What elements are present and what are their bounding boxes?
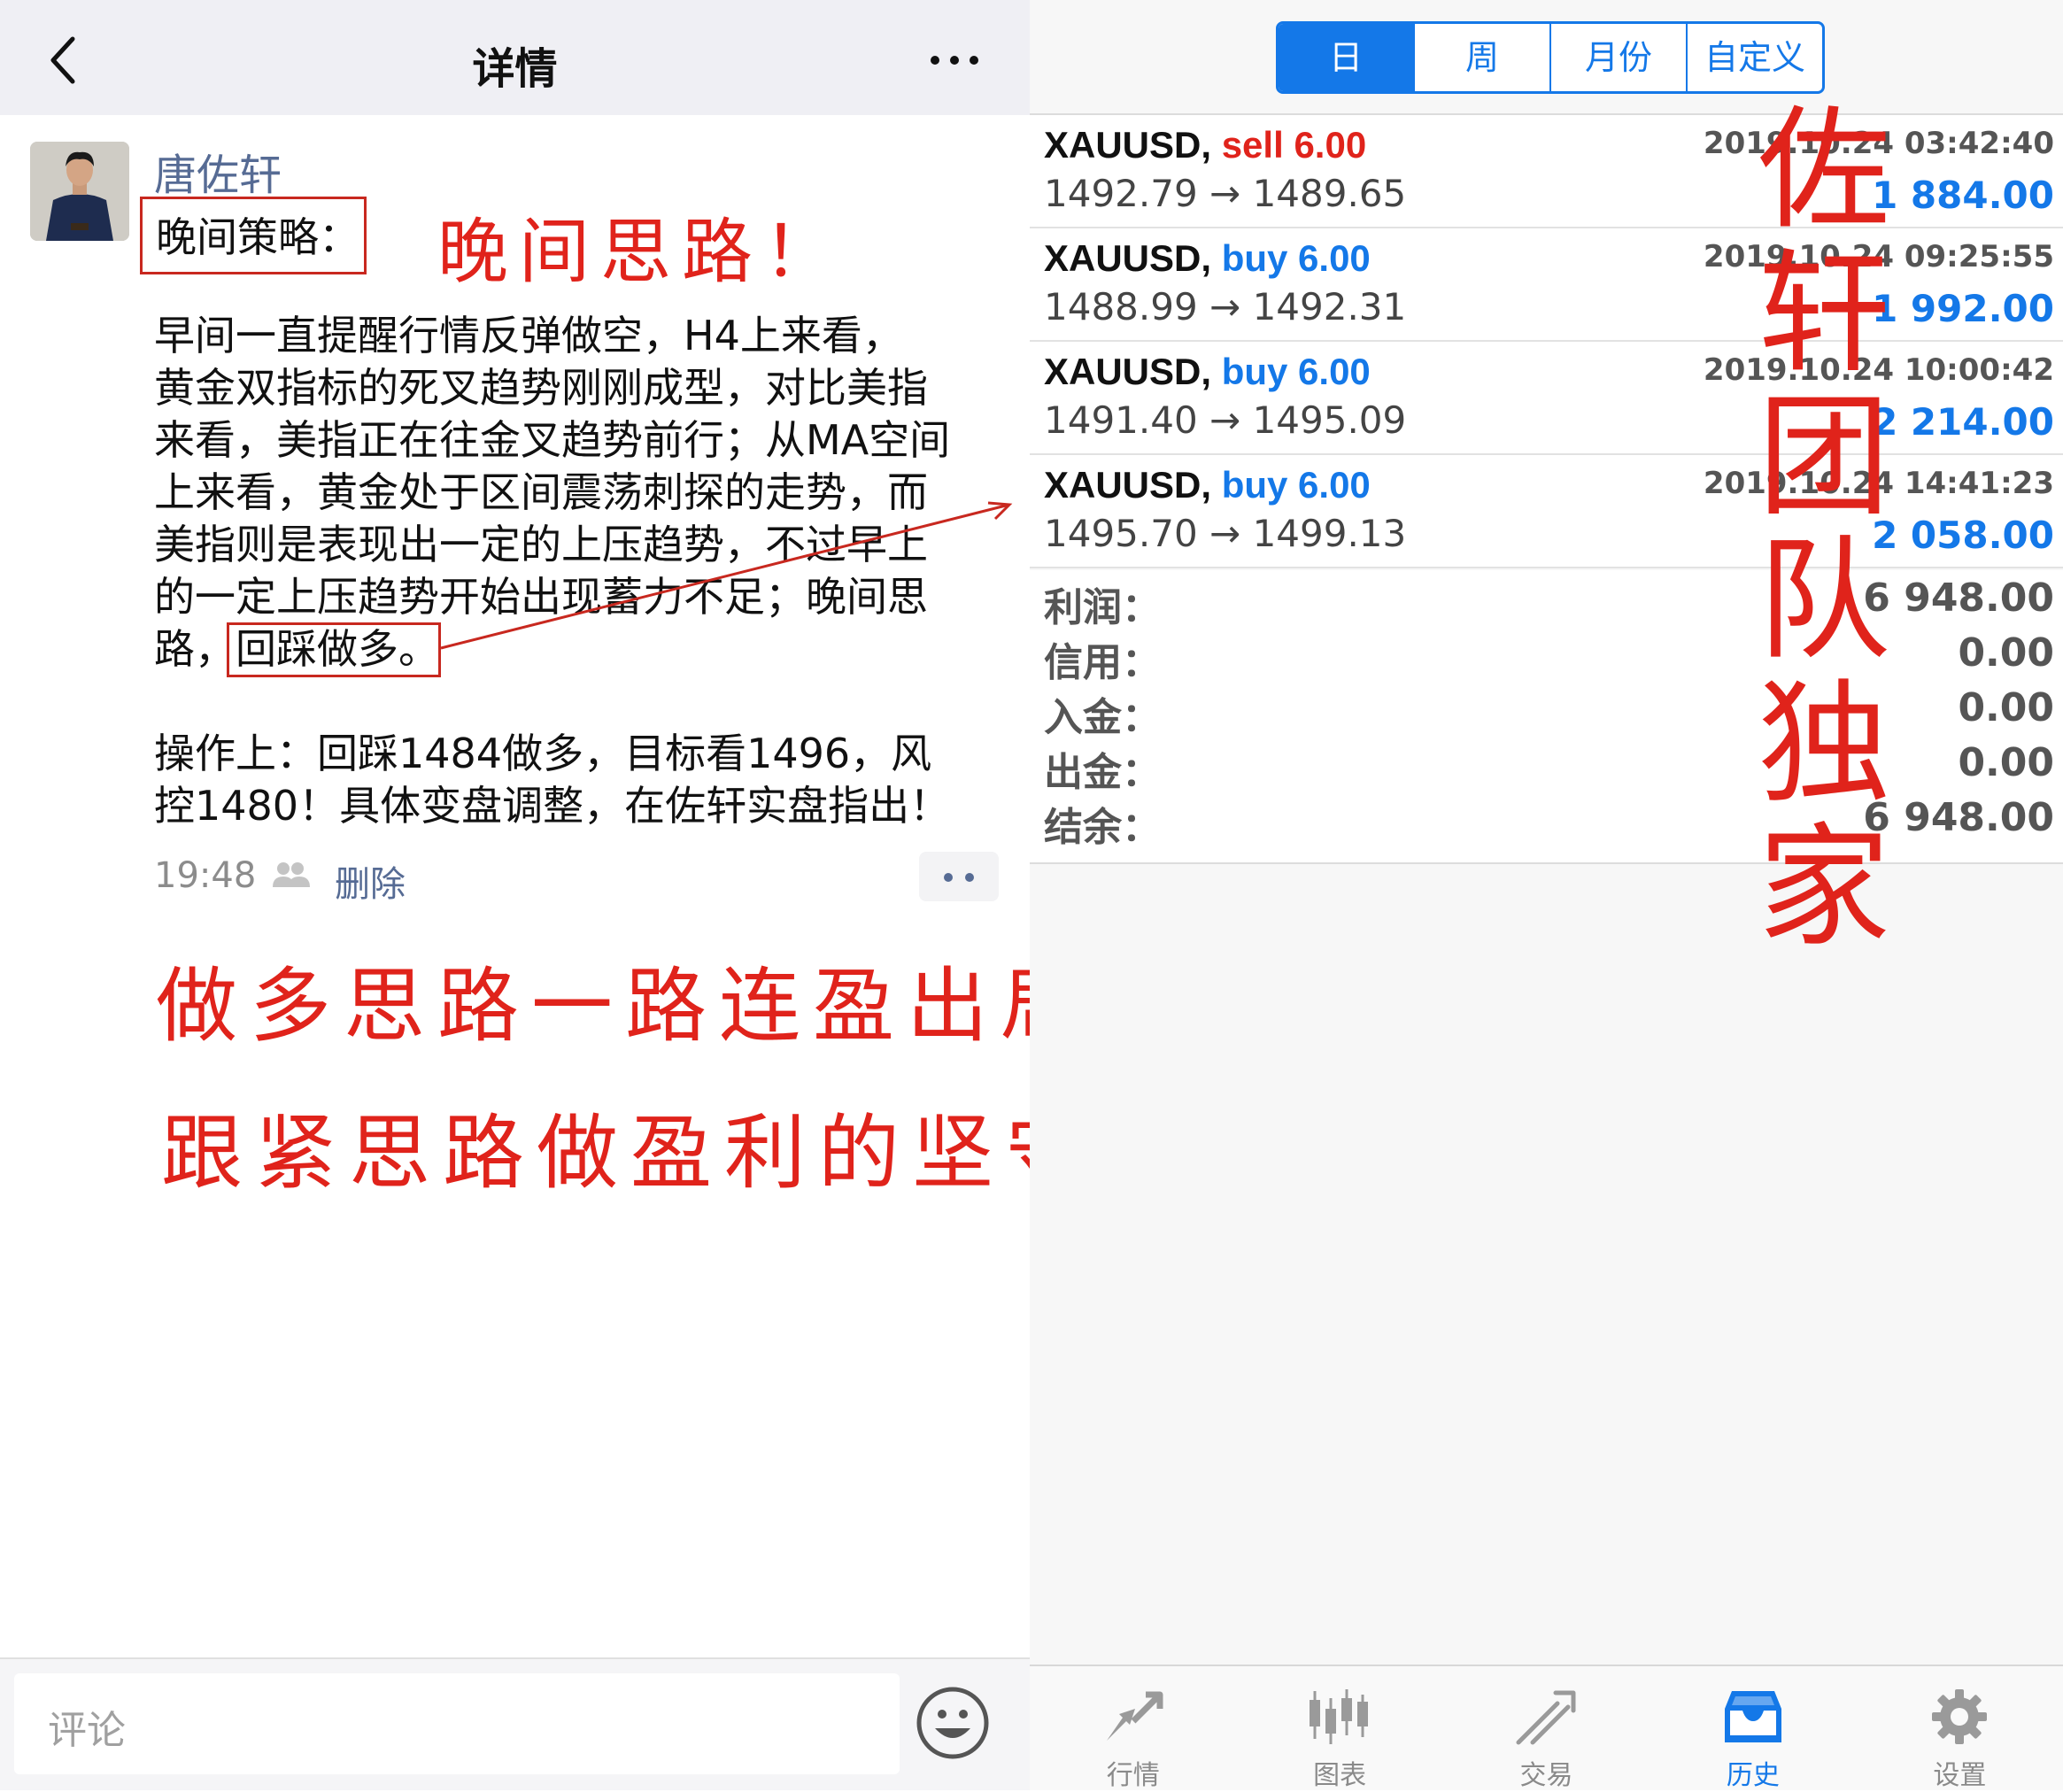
period-segmented-control: 日 周 月份 自定义 [1276, 21, 1825, 94]
deal-price: 1488.99 → 1492.31 [1044, 285, 1407, 328]
deal-symbol: XAUUSD, [1044, 237, 1212, 279]
tab-label: 交易 [1519, 1760, 1573, 1791]
summary-label: 结余： [1044, 805, 1161, 850]
summary-label: 利润： [1044, 585, 1161, 630]
deal-side: buy [1221, 237, 1288, 279]
summary-row-deposit: 入金： 0.00 [1030, 680, 2063, 740]
vertical-annotation-team-exclusive: 佐 轩 团 队 独 家 [1744, 99, 1904, 960]
deal-row[interactable]: XAUUSD, buy 6.00 2019.10.24 10:00:42 149… [1030, 342, 2063, 455]
summary-row-balance: 结余： 6 948.00 [1030, 790, 2063, 850]
deal-symbol: XAUUSD, [1044, 124, 1212, 166]
annotation-evening-idea: 晚间思路！ [437, 211, 845, 293]
annotation-char: 轩 [1757, 237, 1890, 391]
navigation-bar: 详情 [0, 0, 1030, 115]
tab-day[interactable]: 日 [1279, 24, 1413, 91]
trade-icon [1516, 1690, 1576, 1745]
summary-value: 0.00 [1958, 630, 2054, 676]
deal-price: 1492.79 → 1489.65 [1044, 172, 1407, 215]
deal-row[interactable]: XAUUSD, buy 6.00 2019.10.24 14:41:23 149… [1030, 455, 2063, 568]
deal-symbol-line: XAUUSD, buy 6.00 [1044, 237, 1371, 280]
tab-quotes[interactable]: 行情 [1030, 1666, 1236, 1791]
person-silhouette-icon [30, 142, 129, 241]
trade-history-panel: 日 周 月份 自定义 XAUUSD, sell 6.00 2019.10.24 … [1030, 0, 2063, 1791]
post-paragraph-operation: 操作上：回踩1484做多，目标看1496，风 控1480！具体变盘调整，在佐轩实… [154, 728, 1004, 832]
tab-label: 图表 [1313, 1760, 1367, 1791]
account-summary: 利润： 6 948.00 信用： 0.00 入金： 0.00 出金： 0.00 … [1030, 570, 2063, 864]
deal-row[interactable]: XAUUSD, buy 6.00 2019.10.24 09:25:55 148… [1030, 228, 2063, 342]
text-line: 黄金双指标的死叉趋势刚刚成型，对比美指 [154, 364, 928, 412]
text-line: 控1480！具体变盘调整，在佐轩实盘指出！ [154, 782, 951, 830]
annotation-char: 佐 [1757, 94, 1890, 248]
deal-symbol: XAUUSD, [1044, 464, 1212, 506]
annotation-char: 团 [1757, 381, 1890, 535]
post-time: 19:48 [154, 855, 257, 896]
summary-row-credit: 信用： 0.00 [1030, 625, 2063, 685]
visibility-friends-icon [273, 862, 310, 887]
text-line: 早间一直提醒行情反弹做空，H4上来看， [154, 312, 903, 359]
annotation-char: 独 [1757, 668, 1890, 822]
tab-week[interactable]: 周 [1413, 24, 1549, 91]
dot-icon [944, 873, 953, 882]
tab-label: 行情 [1106, 1760, 1160, 1791]
tab-custom[interactable]: 自定义 [1686, 24, 1822, 91]
deal-symbol-line: XAUUSD, buy 6.00 [1044, 464, 1371, 506]
deal-lots: 6.00 [1298, 464, 1371, 506]
summary-row-withdrawal: 出金： 0.00 [1030, 735, 2063, 795]
comment-bar: 评论 [0, 1657, 1030, 1790]
summary-row-profit: 利润： 6 948.00 [1030, 570, 2063, 630]
more-options-icon[interactable] [928, 42, 981, 78]
deal-side: sell [1221, 124, 1284, 166]
page-title: 详情 [472, 44, 558, 94]
summary-label: 信用： [1044, 640, 1161, 685]
author-name[interactable]: 唐佐轩 [154, 140, 282, 202]
moment-detail-panel: 详情 唐佐轩 晚间策略： 晚间思路！ 早间一直提醒行情反弹做空，H4上来看， 黄… [0, 0, 1275, 1790]
tab-settings[interactable]: 设置 [1857, 1666, 2063, 1791]
gear-icon [1932, 1689, 1988, 1744]
deal-side: buy [1221, 464, 1288, 506]
bottom-tab-bar: 行情 图表 交易 历史 设置 [1030, 1665, 2063, 1791]
comment-input[interactable]: 评论 [14, 1673, 900, 1774]
dot-icon [965, 873, 974, 882]
annotation-char: 家 [1757, 811, 1890, 965]
deal-symbol-line: XAUUSD, buy 6.00 [1044, 351, 1371, 393]
summary-label: 出金： [1044, 750, 1161, 795]
summary-label: 入金： [1044, 695, 1161, 740]
conclusion-highlight-box [227, 622, 441, 677]
tab-trade[interactable]: 交易 [1443, 1666, 1650, 1791]
summary-value: 0.00 [1958, 685, 2054, 730]
deal-price: 1495.70 → 1499.13 [1044, 512, 1407, 555]
deal-side: buy [1221, 351, 1288, 392]
comment-placeholder: 评论 [48, 1708, 126, 1753]
tab-chart[interactable]: 图表 [1236, 1666, 1442, 1791]
tab-history[interactable]: 历史 [1650, 1666, 1856, 1791]
annotation-char: 队 [1757, 524, 1890, 678]
tab-label: 设置 [1933, 1760, 1987, 1791]
deal-price: 1491.40 → 1495.09 [1044, 398, 1407, 442]
comment-like-button[interactable] [919, 852, 999, 901]
annotation-arrow-icon [440, 501, 1013, 650]
summary-value: 0.00 [1958, 740, 2054, 785]
deal-symbol: XAUUSD, [1044, 351, 1212, 392]
history-icon [1724, 1691, 1781, 1742]
chart-icon [1310, 1689, 1369, 1744]
delete-link[interactable]: 删除 [335, 855, 406, 907]
deal-lots: 6.00 [1294, 124, 1367, 166]
deal-lots: 6.00 [1298, 237, 1371, 279]
tab-label: 历史 [1726, 1760, 1780, 1791]
post-label: 晚间策略： [156, 213, 359, 261]
emoji-icon[interactable] [916, 1686, 990, 1760]
quotes-icon [1106, 1691, 1163, 1741]
deal-row[interactable]: XAUUSD, sell 6.00 2019.10.24 03:42:40 14… [1030, 115, 2063, 228]
avatar[interactable] [30, 142, 129, 241]
deals-list: XAUUSD, sell 6.00 2019.10.24 03:42:40 14… [1030, 113, 2063, 568]
text-line: 来看，美指正在往金叉趋势前行；从MA空间 [154, 416, 951, 464]
deal-lots: 6.00 [1298, 351, 1371, 392]
text-line: 操作上：回踩1484做多，目标看1496，风 [154, 730, 932, 777]
tab-month[interactable]: 月份 [1549, 24, 1686, 91]
deal-symbol-line: XAUUSD, sell 6.00 [1044, 124, 1366, 166]
